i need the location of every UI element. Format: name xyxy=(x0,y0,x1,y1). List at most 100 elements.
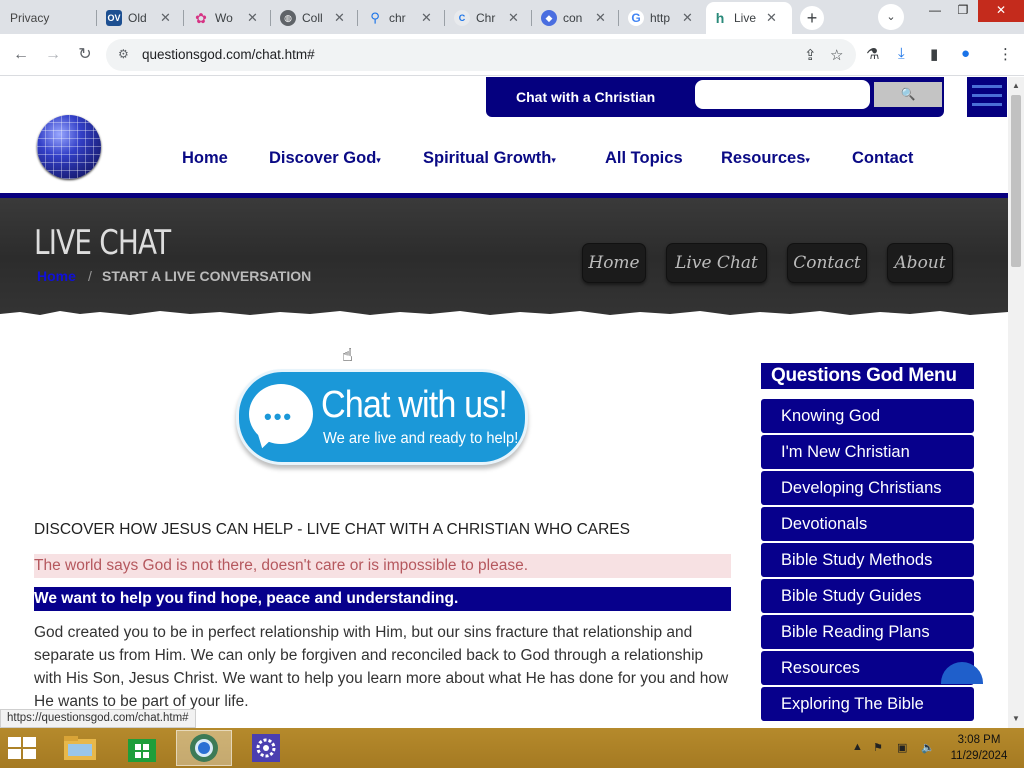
tab-chr-search[interactable]: ⚲ chr ✕ xyxy=(361,4,447,32)
side-menu-item[interactable]: I'm New Christian xyxy=(761,435,974,469)
chat-search-bar: Chat with a Christian 🔍 xyxy=(486,77,944,117)
tab-con[interactable]: ◆ con ✕ xyxy=(535,4,621,32)
hero-live-chat-button[interactable]: Live Chat xyxy=(666,243,767,283)
site-search-input[interactable] xyxy=(695,80,870,109)
clock-time: 3:08 PM xyxy=(957,734,1001,746)
close-tab-icon[interactable]: ✕ xyxy=(421,10,432,26)
nav-resources[interactable]: Resources▾ xyxy=(721,149,810,168)
chat-with-christian-link[interactable]: Chat with a Christian xyxy=(516,89,655,105)
chrome-taskbar-icon[interactable] xyxy=(176,730,232,766)
side-menu-item[interactable]: Bible Study Guides xyxy=(761,579,974,613)
close-tab-icon[interactable]: ✕ xyxy=(334,10,345,26)
breadcrumb-current: START A LIVE CONVERSATION xyxy=(102,268,312,284)
tab-label: Old xyxy=(128,11,147,25)
tab-label: Privacy xyxy=(10,11,50,25)
side-menu-item[interactable]: Knowing God xyxy=(761,399,974,433)
tab-search-button[interactable]: ⌄ xyxy=(878,4,904,30)
highlight-blue-text: We want to help you find hope, peace and… xyxy=(34,587,731,611)
side-menu-item[interactable]: Bible Study Methods xyxy=(761,543,974,577)
intro-paragraph: God created you to be in perfect relatio… xyxy=(34,624,729,710)
new-tab-button[interactable]: + xyxy=(800,6,824,30)
tab-chr[interactable]: C Chr ✕ xyxy=(448,4,534,32)
caret-down-icon: ▾ xyxy=(551,155,556,165)
side-menu-item[interactable]: Developing Christians xyxy=(761,471,974,505)
ov-favicon-icon: OV xyxy=(106,10,122,26)
hamburger-menu-icon[interactable] xyxy=(967,77,1007,117)
breadcrumb-home-link[interactable]: Home xyxy=(37,268,76,284)
network-icon[interactable]: ▣ xyxy=(897,741,907,754)
clock-date: 11/29/2024 xyxy=(950,750,1008,762)
tab-label: Live xyxy=(734,11,756,25)
back-button[interactable]: ← xyxy=(10,44,32,66)
store-icon[interactable] xyxy=(114,730,170,766)
side-menu-item[interactable]: Devotionals xyxy=(761,507,974,541)
site-search-button[interactable]: 🔍 xyxy=(874,82,942,107)
settings-taskbar-icon[interactable] xyxy=(238,730,294,766)
windows-start-button[interactable] xyxy=(8,737,38,759)
side-menu-item[interactable]: Bible Reading Plans xyxy=(761,615,974,649)
close-tab-icon[interactable]: ✕ xyxy=(682,10,693,26)
tab-label: Coll xyxy=(302,11,323,25)
download-icon[interactable]: ⤓ xyxy=(898,45,905,62)
hero-contact-button[interactable]: Contact xyxy=(787,243,867,283)
tab-live-active[interactable]: h Live ✕ xyxy=(706,2,792,34)
nav-spiritual-growth[interactable]: Spiritual Growth▾ xyxy=(423,149,556,168)
section-heading: DISCOVER HOW JESUS CAN HELP - LIVE CHAT … xyxy=(34,521,630,538)
scrollbar-thumb[interactable] xyxy=(1011,95,1021,267)
url-text[interactable]: questionsgod.com/chat.htm# xyxy=(142,47,315,62)
address-bar[interactable]: ⚙ questionsgod.com/chat.htm# ⇪ ☆ xyxy=(106,39,856,71)
hero-home-button[interactable]: Home xyxy=(582,243,646,283)
windows-taskbar: ▲ ⚑ ▣ 🔈 3:08 PM 11/29/2024 xyxy=(0,728,1024,768)
chat-badge-subtitle: We are live and ready to help! xyxy=(323,430,519,447)
nav-contact[interactable]: Contact xyxy=(852,149,913,168)
scroll-down-arrow-icon[interactable]: ▼ xyxy=(1012,714,1020,723)
tab-label: Wo xyxy=(215,11,233,25)
tab-coll[interactable]: ◍ Coll ✕ xyxy=(274,4,360,32)
tab-old[interactable]: OV Old ✕ xyxy=(100,4,186,32)
browser-toolbar: ← → ↻ ⚙ questionsgod.com/chat.htm# ⇪ ☆ ⚗… xyxy=(0,34,1024,76)
hero-about-button[interactable]: About xyxy=(887,243,953,283)
scroll-up-arrow-icon[interactable]: ▲ xyxy=(1012,81,1020,90)
chat-with-us-button[interactable]: ••• Chat with us! We are live and ready … xyxy=(236,369,528,465)
site-info-icon[interactable]: ⚙ xyxy=(118,47,129,61)
tab-wo[interactable]: ✿ Wo ✕ xyxy=(187,4,273,32)
close-tab-icon[interactable]: ✕ xyxy=(766,10,777,26)
volume-muted-icon[interactable]: 🔈 xyxy=(921,741,935,754)
nav-home[interactable]: Home xyxy=(182,149,228,168)
hero-banner: LIVE CHAT Home / START A LIVE CONVERSATI… xyxy=(0,198,1008,320)
more-menu-icon[interactable]: ⋮ xyxy=(998,45,1013,63)
side-menu-item[interactable]: Exploring The Bible xyxy=(761,687,974,721)
lab-flask-icon[interactable]: ⚗ xyxy=(866,45,879,63)
reload-button[interactable]: ↻ xyxy=(74,44,96,66)
side-panel-icon[interactable]: ▮ xyxy=(930,45,938,63)
bookmark-star-icon[interactable]: ☆ xyxy=(830,46,843,64)
tab-privacy[interactable]: Privacy xyxy=(4,4,92,32)
globe-favicon-icon: ◍ xyxy=(280,10,296,26)
system-clock[interactable]: 3:08 PM 11/29/2024 xyxy=(944,732,1014,764)
action-center-flag-icon[interactable]: ⚑ xyxy=(873,741,883,754)
close-tab-icon[interactable]: ✕ xyxy=(508,10,519,26)
link-status-url: https://questionsgod.com/chat.htm# xyxy=(0,709,196,728)
file-explorer-icon[interactable] xyxy=(52,730,108,766)
profile-avatar-icon[interactable]: ● xyxy=(961,45,970,62)
minimize-button[interactable]: — xyxy=(920,0,950,22)
hand-cursor-icon: ☝ xyxy=(342,345,353,365)
close-window-button[interactable]: ✕ xyxy=(978,0,1024,22)
nav-all-topics[interactable]: All Topics xyxy=(605,149,683,168)
close-tab-icon[interactable]: ✕ xyxy=(160,10,171,26)
page-title: LIVE CHAT xyxy=(34,223,171,263)
close-tab-icon[interactable]: ✕ xyxy=(247,10,258,26)
tab-http[interactable]: G http ✕ xyxy=(622,4,708,32)
globe-logo[interactable] xyxy=(37,115,101,179)
restore-button[interactable]: ❐ xyxy=(948,0,978,22)
forward-button[interactable]: → xyxy=(42,44,64,66)
tab-label: Chr xyxy=(476,11,496,25)
nav-discover-god[interactable]: Discover God▾ xyxy=(269,149,381,168)
highlight-pink-text: The world says God is not there, doesn't… xyxy=(34,554,731,578)
tray-expand-icon[interactable]: ▲ xyxy=(852,741,863,753)
chat-badge-title: Chat with us! xyxy=(321,384,508,426)
share-icon[interactable]: ⇪ xyxy=(804,46,817,64)
search-favicon-icon: ⚲ xyxy=(370,10,380,25)
page-scrollbar[interactable]: ▲ ▼ xyxy=(1008,77,1024,728)
close-tab-icon[interactable]: ✕ xyxy=(595,10,606,26)
